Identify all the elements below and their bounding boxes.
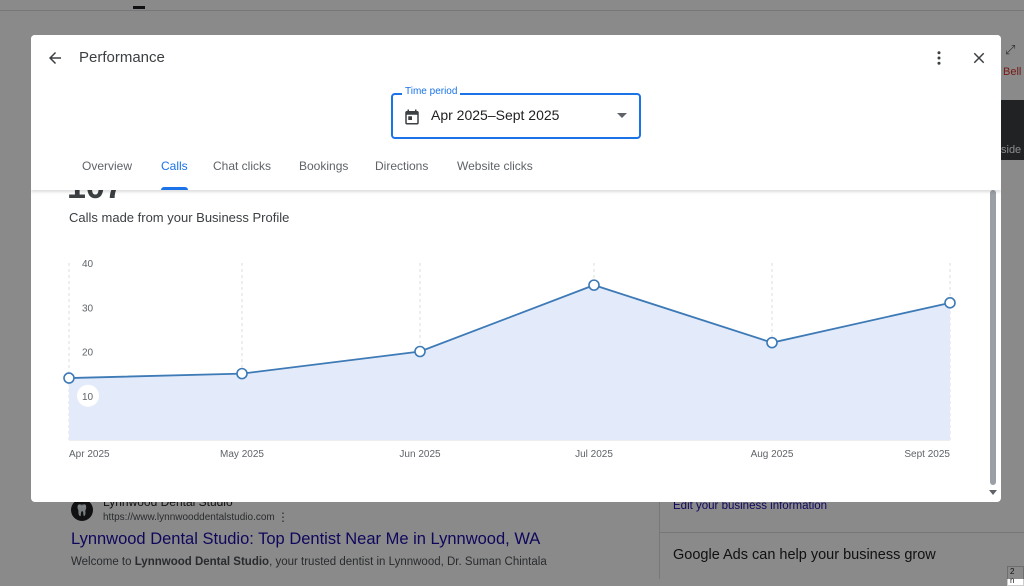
dialog-header: Performance Time period Apr 2025–Sept 20… — [31, 35, 1001, 190]
calls-chart: 10 20 30 40 Apr 2025 May 2025 Jun 2025 Jul 2025… — [63, 259, 956, 460]
calendar-icon — [405, 109, 419, 125]
y-tick-label: 30 — [82, 303, 94, 314]
y-tick-label: 10 — [82, 392, 94, 403]
tab-label: Directions — [375, 159, 429, 173]
x-tick-label: Aug 2025 — [751, 449, 794, 460]
x-tick-label: Jun 2025 — [399, 449, 441, 460]
more-vert-icon — [937, 51, 941, 65]
dropdown-arrow-icon — [617, 113, 627, 118]
tab-directions[interactable]: Directions — [375, 159, 428, 190]
y-tick-label: 20 — [82, 348, 94, 359]
tab-label: Calls — [161, 159, 188, 173]
close-button[interactable] — [967, 46, 991, 70]
time-period-label: Time period — [402, 86, 461, 97]
data-point — [414, 345, 426, 358]
scroll-down-icon[interactable] — [989, 490, 997, 495]
time-period-select[interactable]: Time period Apr 2025–Sept 2025 — [391, 86, 641, 139]
back-button[interactable] — [43, 46, 67, 70]
data-point — [944, 297, 956, 309]
dialog-title: Performance — [79, 49, 165, 66]
data-point — [588, 279, 600, 291]
x-tick-label: Apr 2025 — [69, 449, 110, 460]
tab-label: Overview — [82, 159, 133, 173]
time-period-value: Apr 2025–Sept 2025 — [431, 107, 560, 123]
performance-dialog: Performance Time period Apr 2025–Sept 20… — [31, 35, 1001, 502]
tab-label: Website clicks — [457, 159, 533, 173]
data-point — [63, 372, 75, 384]
tab-overview[interactable]: Overview — [82, 159, 132, 190]
x-tick-label: Sept 2025 — [904, 449, 950, 460]
tab-calls[interactable]: Calls — [161, 159, 188, 190]
tab-website-clicks[interactable]: Website clicks — [457, 159, 533, 190]
active-tab-indicator — [161, 187, 188, 190]
dialog-body[interactable]: 107 Calls made from your Business Profil… — [31, 168, 1001, 502]
x-tick-label: Jul 2025 — [575, 449, 613, 460]
tab-chat-clicks[interactable]: Chat clicks — [213, 159, 271, 190]
tab-bookings[interactable]: Bookings — [299, 159, 348, 190]
area-fill — [69, 285, 950, 440]
y-tick-label: 40 — [82, 259, 94, 270]
more-options-button[interactable] — [927, 46, 951, 70]
x-tick-label: May 2025 — [220, 449, 264, 460]
tab-label: Chat clicks — [213, 159, 272, 173]
arrow-back-icon — [49, 52, 61, 64]
dialog-scrollbar[interactable] — [987, 190, 999, 502]
data-point — [766, 336, 778, 349]
data-point — [236, 367, 248, 380]
scrollbar-thumb[interactable] — [990, 190, 996, 485]
close-icon — [973, 52, 985, 64]
tab-label: Bookings — [299, 159, 349, 173]
